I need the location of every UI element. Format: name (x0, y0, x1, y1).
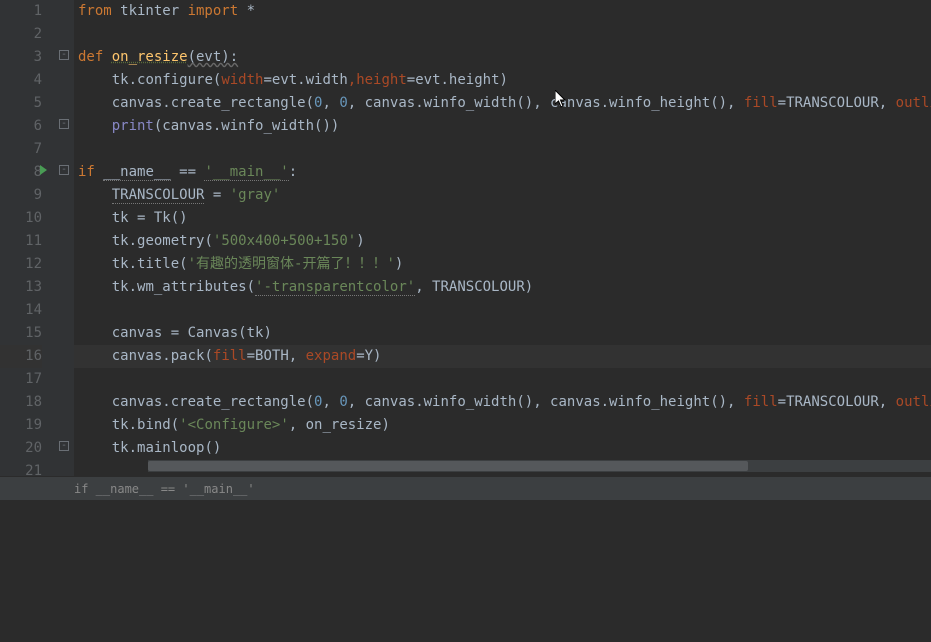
code-line[interactable]: if __name__ == '__main__': (74, 161, 931, 184)
code-line[interactable] (74, 138, 931, 161)
code-line[interactable]: canvas.create_rectangle(0, 0, canvas.win… (74, 92, 931, 115)
line-number: 5 (0, 92, 42, 115)
line-number: 3 (0, 46, 42, 69)
fold-toggle-icon[interactable]: - (59, 165, 69, 175)
code-line[interactable]: tk.wm_attributes('-transparentcolor', TR… (74, 276, 931, 299)
code-line[interactable]: tk = Tk() (74, 207, 931, 230)
line-number: 6 (0, 115, 42, 138)
code-line[interactable]: TRANSCOLOUR = 'gray' (74, 184, 931, 207)
line-number: 12 (0, 253, 42, 276)
line-number: 21 (0, 460, 42, 483)
line-number: 14 (0, 299, 42, 322)
line-number: 20 (0, 437, 42, 460)
code-line[interactable] (74, 23, 931, 46)
fold-gutter: - - - - (56, 0, 74, 476)
code-line[interactable]: canvas.create_rectangle(0, 0, canvas.win… (74, 391, 931, 414)
code-line[interactable]: tk.title('有趣的透明窗体-开篇了！！！') (74, 253, 931, 276)
fold-toggle-icon[interactable]: - (59, 50, 69, 60)
code-line-current[interactable]: canvas.pack(fill=BOTH, expand=Y) (74, 345, 931, 368)
line-number-gutter: 1 2 3 4 5 6 7 8 9 10 11 12 13 14 15 16 1… (0, 0, 56, 476)
line-number: 11 (0, 230, 42, 253)
code-editor[interactable]: 1 2 3 4 5 6 7 8 9 10 11 12 13 14 15 16 1… (0, 0, 931, 476)
code-area[interactable]: from tkinter import * def on_resize(evt)… (74, 0, 931, 476)
horizontal-scrollbar[interactable] (148, 460, 931, 472)
line-number: 8 (0, 161, 42, 184)
code-line[interactable] (74, 299, 931, 322)
line-number: 16 (0, 345, 42, 368)
breadcrumb-item[interactable]: if __name__ == '__main__' (74, 482, 255, 496)
line-number: 7 (0, 138, 42, 161)
line-number: 2 (0, 23, 42, 46)
scrollbar-thumb[interactable] (148, 461, 748, 471)
run-gutter-icon[interactable] (40, 165, 47, 175)
code-line[interactable]: def on_resize(evt): (74, 46, 931, 69)
line-number: 19 (0, 414, 42, 437)
line-number: 1 (0, 0, 42, 23)
code-line[interactable]: tk.configure(width=evt.width,height=evt.… (74, 69, 931, 92)
line-number: 17 (0, 368, 42, 391)
code-line[interactable] (74, 368, 931, 391)
code-line[interactable]: print(canvas.winfo_width()) (74, 115, 931, 138)
line-number: 15 (0, 322, 42, 345)
line-number: 4 (0, 69, 42, 92)
line-number: 9 (0, 184, 42, 207)
line-number: 18 (0, 391, 42, 414)
code-line[interactable]: from tkinter import * (74, 0, 931, 23)
code-line[interactable]: canvas = Canvas(tk) (74, 322, 931, 345)
fold-toggle-icon[interactable]: - (59, 441, 69, 451)
bottom-panel (0, 500, 931, 642)
code-line[interactable]: tk.geometry('500x400+500+150') (74, 230, 931, 253)
code-line[interactable]: tk.bind('<Configure>', on_resize) (74, 414, 931, 437)
line-number: 13 (0, 276, 42, 299)
line-number: 10 (0, 207, 42, 230)
breadcrumb[interactable]: if __name__ == '__main__' (0, 476, 931, 500)
fold-toggle-icon[interactable]: - (59, 119, 69, 129)
code-line[interactable]: tk.mainloop() (74, 437, 931, 460)
